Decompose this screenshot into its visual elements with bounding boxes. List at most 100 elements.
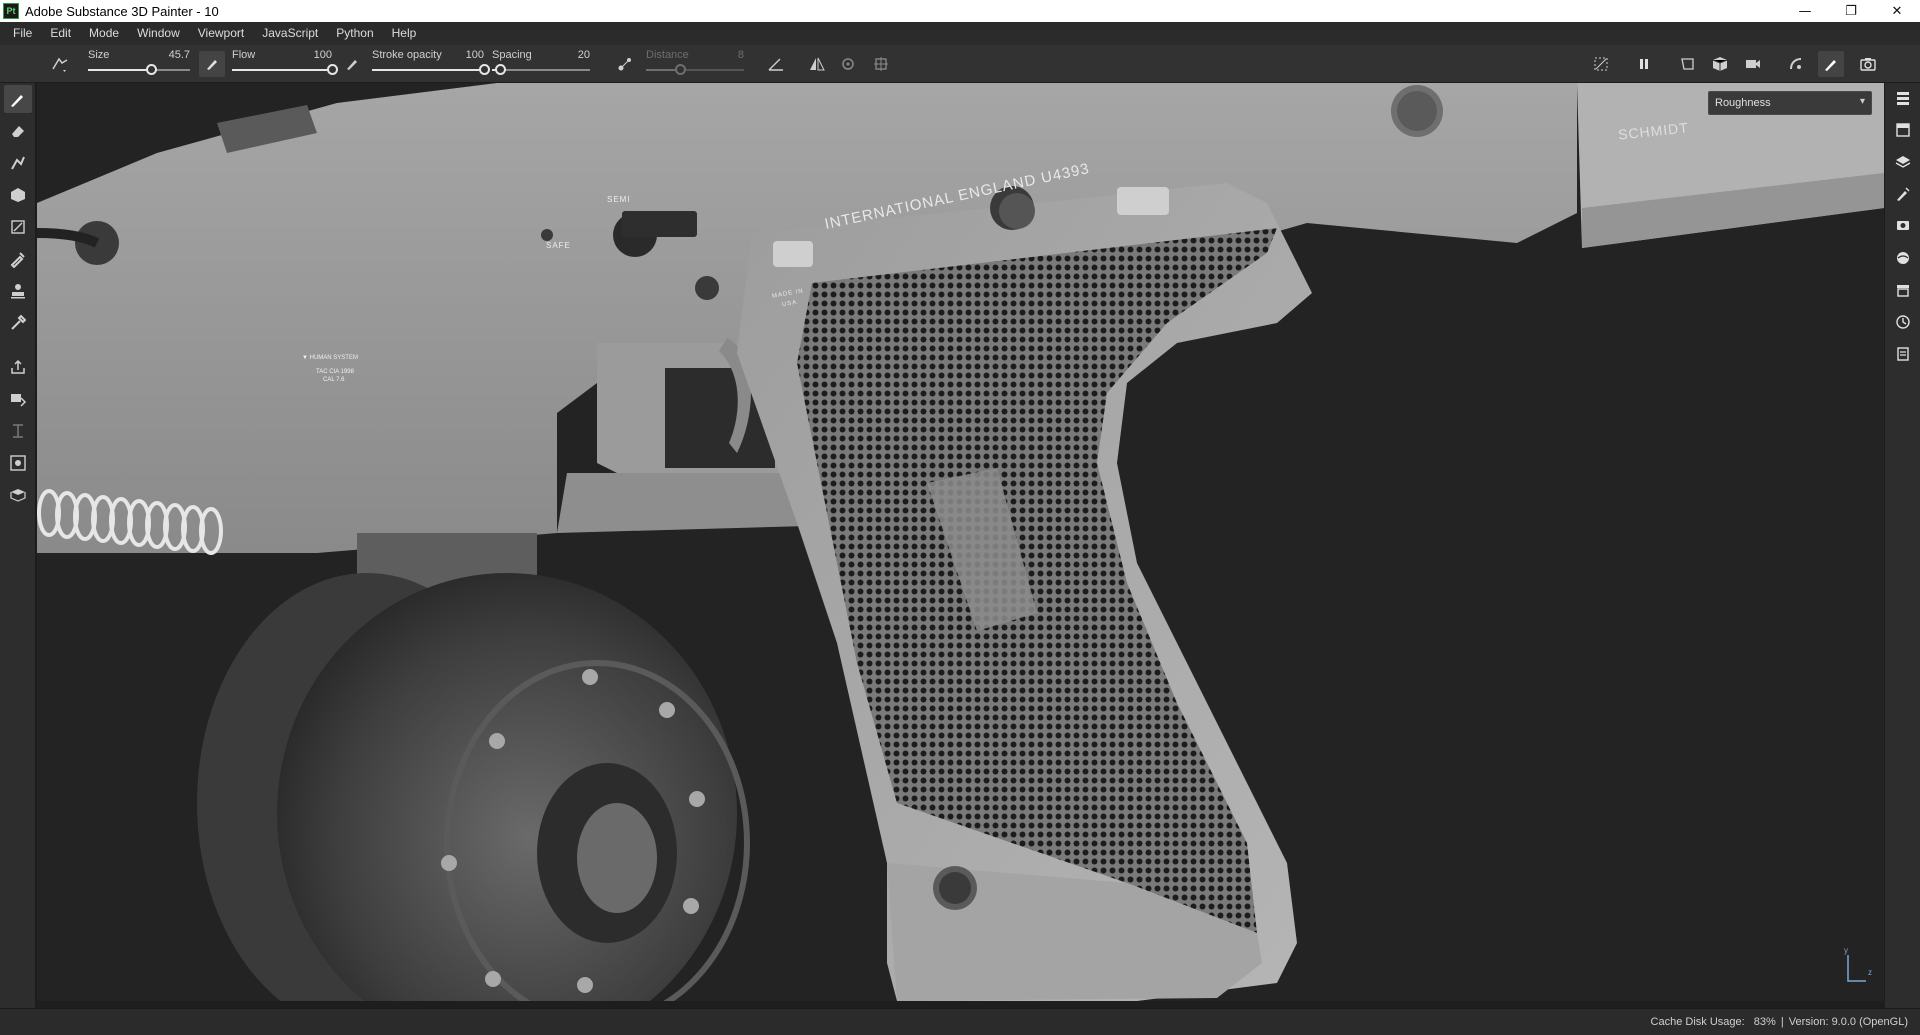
stroke-opacity-value[interactable]: 100: [466, 49, 484, 61]
app-logo-icon: Pt: [3, 3, 19, 19]
menu-javascript[interactable]: JavaScript: [253, 22, 327, 45]
pause-icon[interactable]: [1632, 52, 1656, 76]
smudge-tool[interactable]: [4, 213, 32, 241]
menu-help[interactable]: Help: [383, 22, 426, 45]
material-picker-tool[interactable]: [4, 449, 32, 477]
status-separator: |: [1780, 1016, 1784, 1028]
context-toolbar: Size 45.7 Flow 100 Stroke opacity 100 Sp…: [0, 45, 1920, 83]
size-value[interactable]: 45.7: [169, 49, 190, 61]
paint-mode-button[interactable]: [1818, 51, 1844, 77]
eraser-tool[interactable]: [4, 117, 32, 145]
spacing-value[interactable]: 20: [578, 49, 590, 61]
eyedropper-icon: [11, 314, 27, 330]
axis-gizmo: [1847, 955, 1866, 982]
size-label: Size: [88, 49, 110, 61]
flow-slider[interactable]: Flow 100: [232, 49, 338, 79]
chevron-down-icon: ▾: [1859, 96, 1865, 107]
distance-value: 8: [737, 49, 744, 61]
cube-icon[interactable]: [1708, 52, 1732, 76]
polygon-fill-tool[interactable]: [4, 181, 32, 209]
flow-value[interactable]: 100: [314, 49, 332, 61]
dock-layers-button[interactable]: [1890, 85, 1916, 111]
caliber-engraving-1: TAC CIA 1998: [316, 369, 354, 375]
view-mode-icon[interactable]: [1676, 52, 1700, 76]
dock-shader-button[interactable]: [1890, 245, 1916, 271]
safe-engraving: SAFE: [546, 241, 571, 250]
shader-sphere-icon: [1897, 252, 1909, 264]
spacing-slider[interactable]: Spacing 20: [492, 49, 590, 79]
3d-viewport[interactable]: INTERNATIONAL ENGLAND U4393 SCHMIDT SEMI…: [37, 83, 1884, 1001]
status-text: Cache Disk Usage: 83% | Version: 9.0.0 (…: [1651, 1016, 1908, 1028]
clone-tool[interactable]: [4, 245, 32, 273]
stamp-tool[interactable]: [4, 277, 32, 305]
menu-viewport[interactable]: Viewport: [189, 22, 253, 45]
angle-icon[interactable]: [764, 52, 788, 76]
status-bar: Cache Disk Usage: 83% | Version: 9.0.0 (…: [0, 1008, 1920, 1035]
semi-engraving: SEMI: [607, 195, 631, 204]
flow-pressure-icon[interactable]: [340, 52, 364, 76]
distance-slider: Distance 8: [646, 49, 744, 79]
history-clock-icon: [1896, 315, 1910, 329]
dock-history-button[interactable]: [1890, 309, 1916, 335]
cache-value: 83%: [1753, 1016, 1776, 1028]
iray-render-icon[interactable]: [1784, 52, 1808, 76]
stroke-opacity-slider[interactable]: Stroke opacity 100: [372, 49, 490, 79]
menu-edit[interactable]: Edit: [41, 22, 80, 45]
clone-brush-icon: [10, 252, 25, 268]
brush-preset-icon[interactable]: [48, 52, 72, 76]
lazy-mouse-icon[interactable]: [613, 52, 637, 76]
dock-stack-button[interactable]: [1890, 149, 1916, 175]
spacing-track: [492, 69, 590, 71]
menu-mode[interactable]: Mode: [80, 22, 128, 45]
eraser-icon: [12, 126, 24, 137]
smudge-icon: [11, 220, 25, 234]
paint-brush-icon: [11, 95, 23, 107]
measure-icon: [13, 424, 23, 438]
channel-dropdown[interactable]: Roughness ▾: [1708, 91, 1872, 115]
menu-window[interactable]: Window: [128, 22, 189, 45]
symmetry-icon[interactable]: [805, 52, 829, 76]
camera-video-icon[interactable]: [1741, 52, 1765, 76]
dock-texture-set-button[interactable]: [1890, 117, 1916, 143]
texture-set-icon: [1896, 123, 1910, 137]
model-render: [37, 83, 1884, 1001]
dock-log-button[interactable]: [1890, 341, 1916, 367]
paint-tool[interactable]: [4, 85, 32, 113]
uv-tool[interactable]: [4, 481, 32, 509]
symmetry-settings-icon[interactable]: [836, 52, 860, 76]
measure-tool[interactable]: [4, 417, 32, 445]
projection-tool[interactable]: [4, 149, 32, 177]
assets-shelf-icon: [1897, 285, 1909, 297]
flow-knob[interactable]: [327, 64, 338, 75]
transform-icon[interactable]: [869, 52, 893, 76]
menu-file[interactable]: File: [4, 22, 41, 45]
spacing-knob[interactable]: [494, 64, 506, 75]
hide-view-icon[interactable]: [1589, 52, 1613, 76]
export-icon: [11, 359, 25, 374]
screenshot-camera-icon[interactable]: [1856, 52, 1880, 76]
size-knob[interactable]: [146, 64, 158, 75]
cache-label: Cache Disk Usage:: [1650, 1016, 1745, 1028]
axis-y-label: y: [1844, 946, 1848, 955]
dock-brush-button[interactable]: [1890, 181, 1916, 207]
bake-export-tool[interactable]: [4, 353, 32, 381]
close-button[interactable]: ✕: [1874, 0, 1920, 22]
system-engraving: ▼ HUMAN SYSTEM: [302, 355, 358, 361]
size-slider[interactable]: Size 45.7: [88, 49, 190, 79]
menu-python[interactable]: Python: [327, 22, 382, 45]
color-picker-tool[interactable]: [4, 309, 32, 337]
dock-display-button[interactable]: [1890, 213, 1916, 239]
dock-assets-button[interactable]: [1890, 277, 1916, 303]
restore-button[interactable]: ❐: [1828, 0, 1874, 22]
display-settings-icon: [1897, 221, 1909, 230]
minimize-button[interactable]: —: [1782, 0, 1828, 22]
material-picker-icon: [10, 455, 26, 471]
uv-box-icon: [10, 489, 26, 502]
polygon-fill-icon: [11, 188, 25, 202]
stroke-opacity-fill: [372, 69, 484, 71]
stroke-opacity-knob[interactable]: [479, 64, 490, 75]
window-title: Adobe Substance 3D Painter - 10: [25, 3, 219, 19]
distance-knob: [675, 64, 687, 75]
geometry-mask-tool[interactable]: [4, 385, 32, 413]
size-pressure-toggle[interactable]: [199, 51, 225, 77]
